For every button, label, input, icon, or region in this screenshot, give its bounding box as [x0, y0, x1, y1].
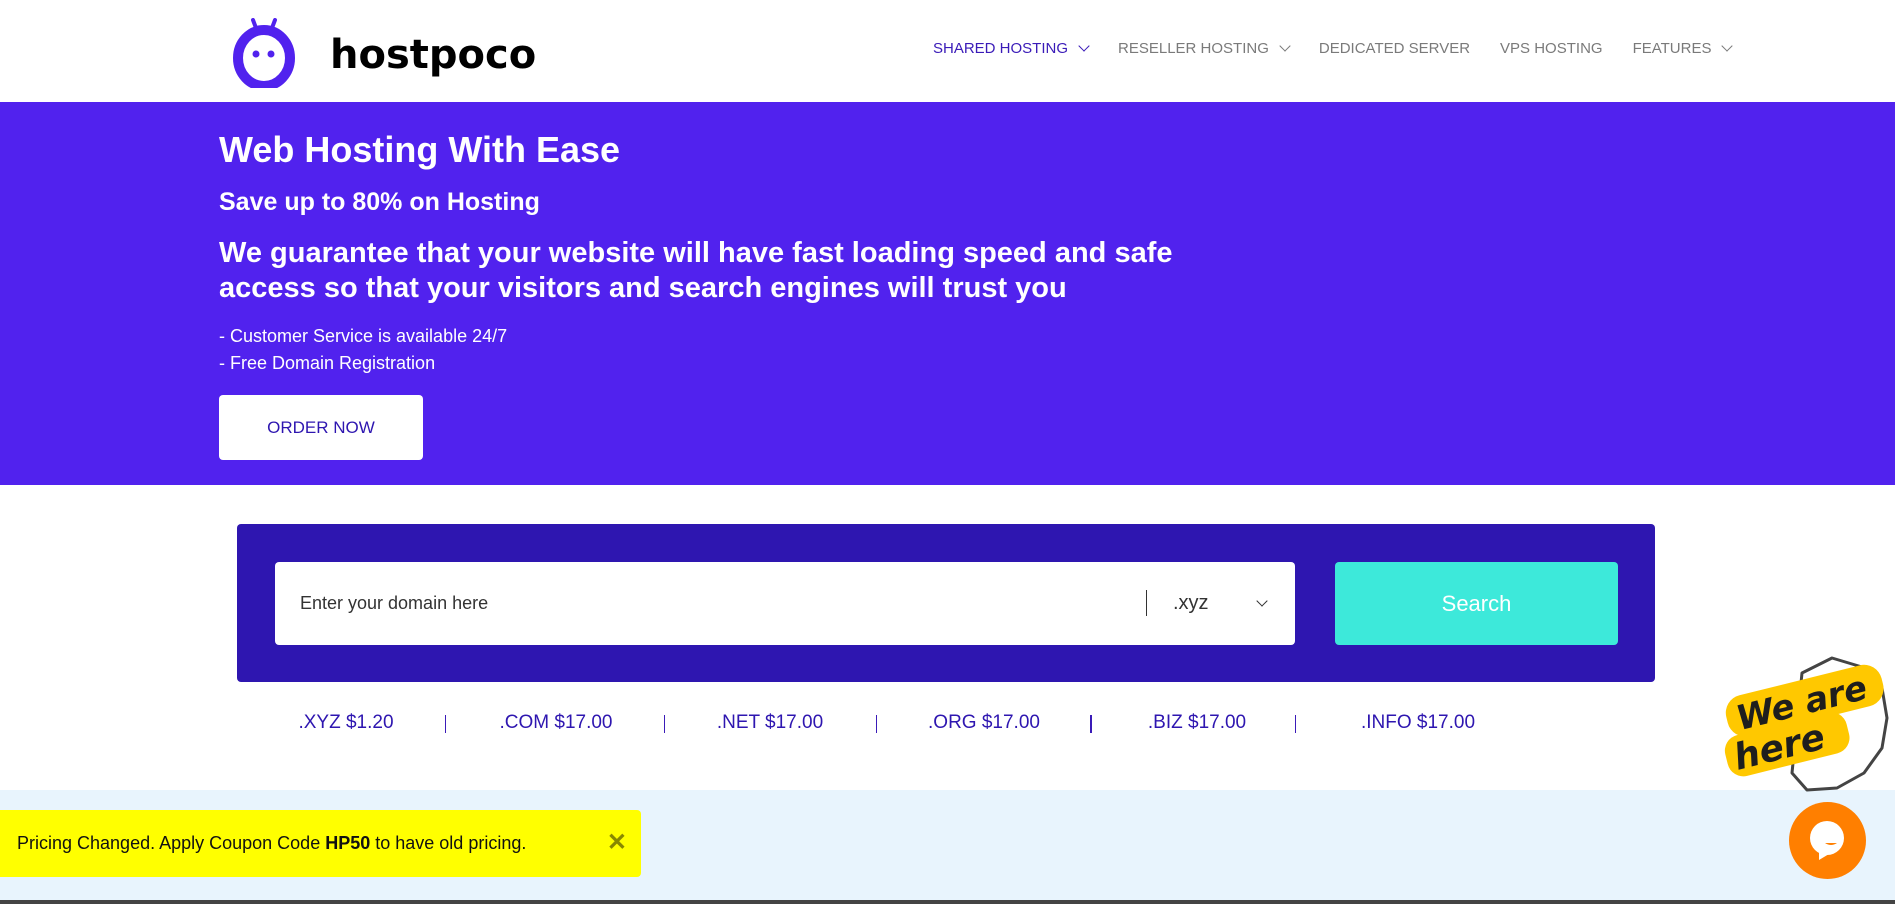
domain-input-wrapper: .xyz [275, 562, 1295, 645]
main-nav: SHARED HOSTING RESELLER HOSTING DEDICATE… [933, 40, 1761, 57]
hero-bullet: - Free Domain Registration [219, 353, 436, 373]
nav-shared-hosting[interactable]: SHARED HOSTING [933, 40, 1090, 57]
coupon-banner: Pricing Changed. Apply Coupon Code HP50 … [0, 810, 641, 877]
price-item: .NET $17.00 [716, 712, 824, 733]
price-item: .BIZ $17.00 [1147, 712, 1247, 733]
close-icon[interactable]: ✕ [607, 828, 627, 857]
chat-bubble-icon [1810, 821, 1844, 860]
tld-value: .xyz [1173, 591, 1209, 614]
divider [664, 715, 665, 733]
price-item: .ORG $17.00 [928, 712, 1040, 733]
hero-title: Web Hosting With Ease [219, 129, 621, 170]
nav-label: RESELLER HOSTING [1118, 40, 1269, 57]
domain-input[interactable] [300, 562, 1180, 645]
order-now-button[interactable]: ORDER NOW [219, 395, 423, 460]
chat-button[interactable] [1789, 802, 1866, 879]
domain-search-box: .xyz Search [237, 524, 1655, 682]
chevron-down-icon [1256, 594, 1268, 607]
hero-section: Web Hosting With Ease Save up to 80% on … [0, 102, 1895, 485]
logo[interactable]: hostpoco [232, 18, 536, 88]
header: hostpoco SHARED HOSTING RESELLER HOSTING… [0, 0, 1895, 102]
we-are-here-badge[interactable]: We are here [1712, 653, 1895, 793]
nav-label: VPS HOSTING [1500, 40, 1603, 57]
chevron-down-icon [1078, 40, 1090, 52]
banner-text: Pricing Changed. Apply Coupon Code HP50 … [17, 833, 527, 853]
brand-name: hostpoco [330, 32, 537, 78]
price-item: .XYZ $1.20 [298, 712, 394, 733]
hero-subtitle: Save up to 80% on Hosting [219, 188, 540, 216]
nav-label: DEDICATED SERVER [1318, 40, 1471, 57]
we-are-here-sticker-icon: We are here [1724, 656, 1889, 792]
hero-tagline: We guarantee that your website will have… [219, 237, 1173, 304]
divider [0, 900, 1895, 904]
nav-label: SHARED HOSTING [933, 40, 1069, 57]
nav-dedicated-server[interactable]: DEDICATED SERVER [1319, 40, 1470, 57]
hero-bullet: - Customer Service is available 24/7 [219, 326, 508, 346]
divider [1295, 715, 1296, 733]
chevron-down-icon [1279, 40, 1291, 52]
coupon-code: HP50 [325, 833, 371, 853]
price-item: .COM $17.00 [499, 712, 613, 733]
nav-vps-hosting[interactable]: VPS HOSTING [1500, 40, 1603, 57]
search-button[interactable]: Search [1335, 562, 1618, 645]
tld-select[interactable]: .xyz [1146, 590, 1268, 616]
divider [1090, 715, 1092, 733]
logo-mascot-icon [233, 18, 295, 88]
divider [876, 715, 877, 733]
price-item: .INFO $17.00 [1360, 712, 1476, 733]
chevron-down-icon [1721, 40, 1734, 52]
nav-reseller-hosting[interactable]: RESELLER HOSTING [1118, 40, 1291, 57]
nav-label: FEATURES [1632, 40, 1712, 57]
divider [445, 715, 446, 733]
nav-features[interactable]: FEATURES [1632, 40, 1734, 57]
